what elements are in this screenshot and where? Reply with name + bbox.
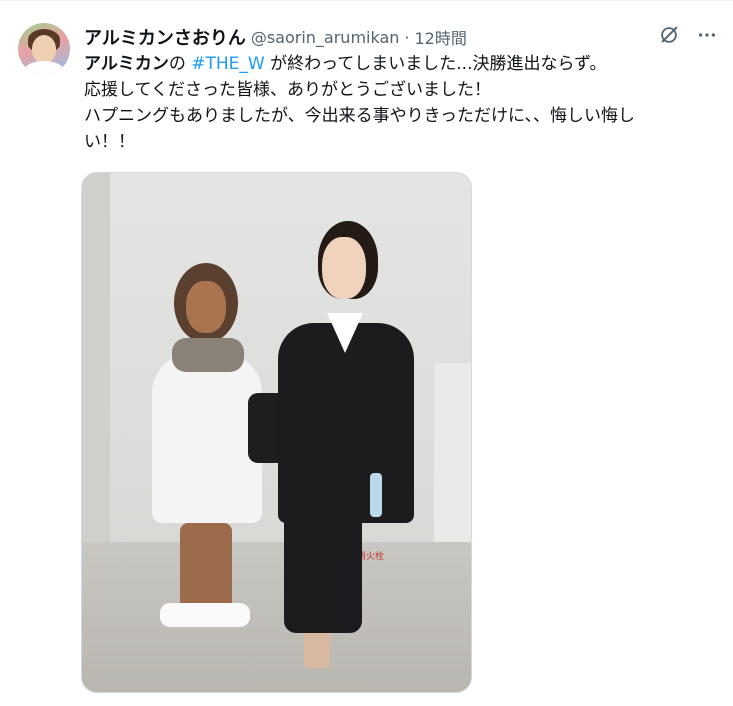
- person-left-face: [186, 281, 226, 333]
- tweet-line-1-mid: の: [168, 54, 192, 74]
- tweet-line-4: い！！: [84, 132, 135, 152]
- tweet-header: アルミカンさおりん @saorin_arumikan · 12時間: [84, 24, 713, 50]
- author-display-name[interactable]: アルミカンさおりん: [84, 24, 246, 50]
- tweet-line-1-rest: が終わってしまいました...決勝進出ならず。: [264, 54, 607, 74]
- person-left-dress: [152, 353, 262, 523]
- person-left-legs: [180, 523, 232, 613]
- tweet-line-2: 応援してくださった皆様、ありがとうございました！: [84, 80, 491, 100]
- header-actions: [657, 23, 719, 47]
- person-right-skirt: [284, 513, 362, 633]
- tweet-line-3: ハプニングもありましたが、今出来る事やりきっただけに、、悔しい悔し: [84, 106, 635, 126]
- author-avatar[interactable]: [18, 23, 70, 75]
- person-left-scarf: [172, 338, 244, 372]
- tweet-timestamp[interactable]: 12時間: [415, 25, 467, 49]
- person-right-suit: [278, 323, 414, 523]
- bold-group-name: アルミカン: [84, 54, 169, 74]
- person-right-face: [322, 237, 366, 299]
- tweet-card[interactable]: アルミカンさおりん @saorin_arumikan · 12時間 アルミカンの…: [0, 0, 733, 706]
- tweet-photo[interactable]: 消火栓: [81, 172, 472, 693]
- avatar-face: [32, 35, 56, 63]
- photo-floor: [82, 542, 471, 692]
- grok-icon[interactable]: [657, 23, 681, 47]
- header-separator: ·: [404, 27, 410, 47]
- photo-wall-edge: [82, 173, 110, 553]
- tweet-line-1: アルミカンの #THE_W が終わってしまいました...決勝進出ならず。: [84, 51, 724, 77]
- avatar-body: [24, 61, 64, 75]
- hashtag-link[interactable]: #THE_W: [191, 54, 264, 74]
- author-handle[interactable]: @saorin_arumikan: [251, 28, 400, 47]
- tweet-text: アルミカンの #THE_W が終わってしまいました...決勝進出ならず。 応援し…: [84, 51, 724, 155]
- person-left-shoes: [160, 603, 250, 627]
- person-right-leg: [304, 628, 330, 668]
- more-icon[interactable]: [695, 23, 719, 47]
- water-bottle: [370, 473, 382, 517]
